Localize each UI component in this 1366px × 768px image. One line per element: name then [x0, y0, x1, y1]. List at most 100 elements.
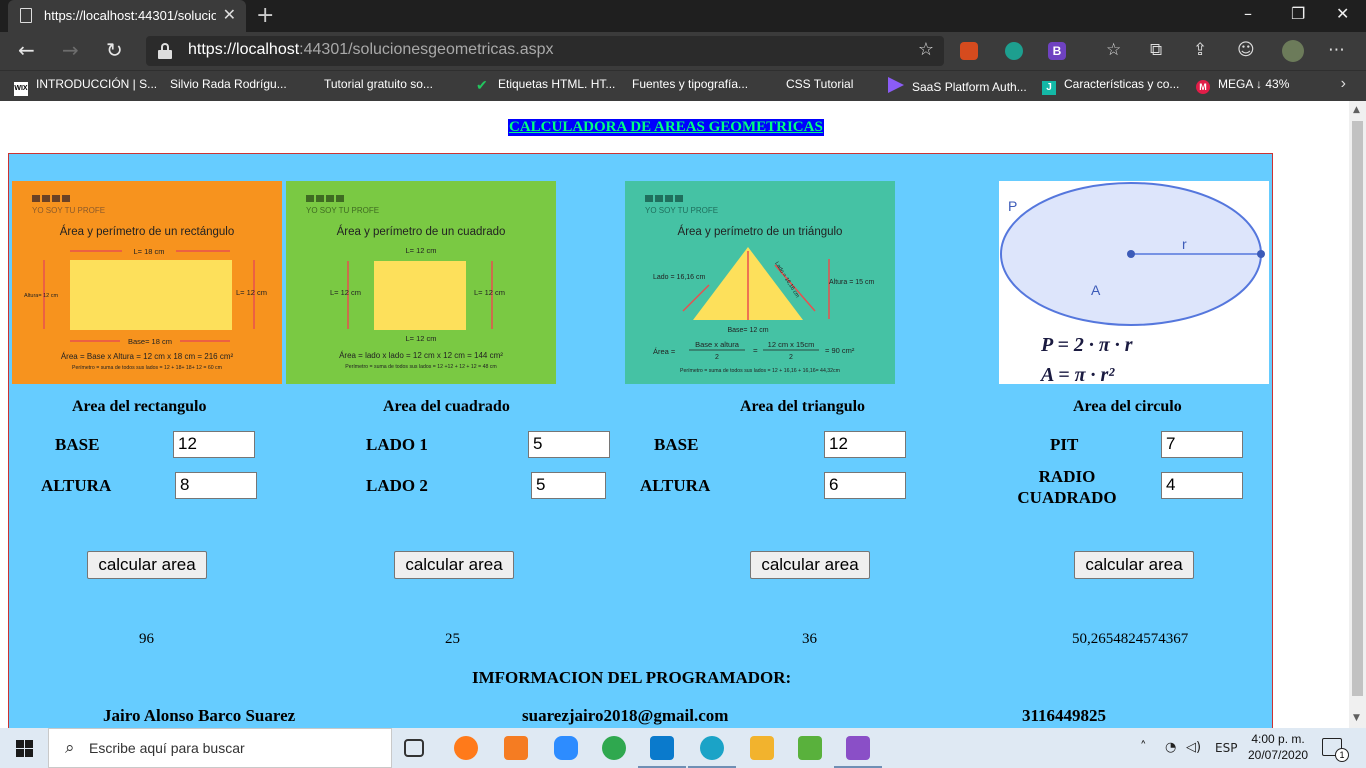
- vertical-scrollbar[interactable]: ▲ ▼: [1349, 101, 1366, 728]
- favorite-item[interactable]: Silvio Rada Rodrígu...: [170, 77, 287, 192]
- profile-avatar[interactable]: [1282, 40, 1304, 62]
- favorite-item[interactable]: ✔ Etiquetas HTML. HT...: [476, 77, 615, 92]
- visual-studio-icon[interactable]: [834, 736, 882, 768]
- refresh-icon[interactable]: ↻: [106, 40, 123, 60]
- saas-icon: [888, 77, 904, 93]
- scroll-down-icon[interactable]: ▼: [1353, 713, 1360, 723]
- svg-text:P: P: [1008, 198, 1017, 214]
- pit-label: PIT: [1050, 435, 1079, 454]
- mega-icon: M: [1196, 80, 1210, 94]
- svg-text:A = π · r²: A = π · r²: [1039, 364, 1115, 384]
- svg-text:L= 12 cm: L= 12 cm: [236, 288, 267, 297]
- wix-icon: WIX: [14, 82, 28, 96]
- chevron-up-icon[interactable]: ˄: [1140, 740, 1147, 755]
- svg-text:Perímetro = suma de todos sus: Perímetro = suma de todos sus lados = 12…: [680, 368, 840, 374]
- brand-text: YO SOY TU PROFE: [306, 206, 379, 215]
- xampp-icon[interactable]: [504, 736, 528, 760]
- office-extension-icon[interactable]: [960, 42, 978, 60]
- svg-text:P = 2 · π · r: P = 2 · π · r: [1040, 334, 1133, 356]
- restore-icon[interactable]: ❐: [1291, 4, 1305, 23]
- edge-icon[interactable]: [688, 736, 736, 768]
- brand-text: YO SOY TU PROFE: [645, 206, 718, 215]
- svg-text:L= 12 cm: L= 12 cm: [474, 288, 505, 297]
- favorite-item[interactable]: J Características y co...: [1042, 77, 1179, 95]
- circle-radio-input[interactable]: 4: [1161, 472, 1243, 499]
- circle-illustration: P r A P = 2 · π · r A = π · r²: [999, 181, 1269, 384]
- triangle-altura-input[interactable]: 6: [824, 472, 906, 499]
- more-icon[interactable]: ⋯: [1328, 40, 1345, 60]
- volume-icon[interactable]: ◁): [1186, 740, 1201, 755]
- svg-text:L= 12 cm: L= 12 cm: [405, 246, 436, 255]
- windows-start-icon[interactable]: [16, 740, 33, 757]
- notification-icon[interactable]: 1: [1322, 738, 1349, 762]
- favorite-item[interactable]: SaaS Platform Auth...: [888, 77, 1027, 94]
- scroll-up-icon[interactable]: ▲: [1353, 105, 1360, 115]
- svg-text:2: 2: [715, 354, 719, 361]
- radio-cuadrado-label: RADIO CUADRADO: [1017, 467, 1117, 507]
- circle-pit-input[interactable]: 7: [1161, 431, 1243, 458]
- close-tab-icon[interactable]: ✕: [223, 5, 236, 25]
- favorites-icon[interactable]: ☆: [1106, 40, 1121, 60]
- vscode-icon[interactable]: [638, 736, 686, 768]
- firefox-icon[interactable]: [454, 736, 478, 760]
- collections-icon[interactable]: ⧉: [1150, 40, 1162, 60]
- app-icon[interactable]: [798, 736, 822, 760]
- square-heading: Area del cuadrado: [383, 398, 510, 415]
- triangle-base-input[interactable]: 12: [824, 431, 906, 458]
- url-text[interactable]: https://localhost:44301/solucionesgeomet…: [188, 41, 554, 59]
- extension-icon[interactable]: [1005, 42, 1023, 60]
- square-lado2-input[interactable]: 5: [531, 472, 606, 499]
- task-view-icon[interactable]: [404, 739, 424, 757]
- svg-text:Área = lado x lado = 12 cm x 1: Área = lado x lado = 12 cm x 12 cm = 144…: [339, 351, 503, 360]
- square-calculate-button[interactable]: calcular area: [394, 551, 514, 579]
- rect-base-input[interactable]: 12: [173, 431, 255, 458]
- new-tab-icon[interactable]: +: [256, 3, 274, 28]
- file-explorer-icon[interactable]: [750, 736, 774, 760]
- chevron-right-icon[interactable]: ›: [1341, 75, 1346, 93]
- browser-tab[interactable]: https://localhost:44301/soluciones ✕: [8, 0, 246, 32]
- square-lado1-input[interactable]: 5: [528, 431, 610, 458]
- favorite-item[interactable]: M MEGA ↓ 43%: [1196, 77, 1289, 94]
- favorite-star-icon[interactable]: ☆: [918, 39, 934, 60]
- back-icon[interactable]: ←: [18, 40, 35, 60]
- favorite-item[interactable]: WIX INTRODUCCIÓN | S...: [14, 77, 157, 96]
- notification-count: 1: [1335, 748, 1349, 762]
- svg-text:Altura= 12 cm: Altura= 12 cm: [24, 293, 59, 299]
- clock[interactable]: 4:00 p. m. 20/07/2020: [1248, 731, 1308, 763]
- svg-text:Área = Base x Altura = 12 cm x: Área = Base x Altura = 12 cm x 18 cm = 2…: [61, 352, 234, 361]
- language-indicator[interactable]: ESP: [1215, 741, 1237, 755]
- bootstrap-extension-icon[interactable]: B: [1048, 42, 1066, 60]
- rectangle-illustration: YO SOY TU PROFE Área y perímetro de un r…: [12, 181, 282, 384]
- feedback-icon[interactable]: ☺: [1237, 40, 1255, 60]
- card-title: Área y perímetro de un triángulo: [678, 225, 843, 238]
- address-bar[interactable]: https://localhost:44301/solucionesgeomet…: [146, 36, 944, 66]
- window-close-icon[interactable]: ✕: [1336, 4, 1349, 23]
- taskbar-search[interactable]: ⌕ Escribe aquí para buscar: [48, 728, 392, 768]
- network-icon[interactable]: ◔: [1165, 740, 1176, 755]
- page-content: CALCULADORA DE AREAS GEOMETRICAS YO SOY …: [0, 101, 1349, 728]
- square-illustration: YO SOY TU PROFE Área y perímetro de un c…: [286, 181, 556, 384]
- rect-altura-input[interactable]: 8: [175, 472, 257, 499]
- triangle-calculate-button[interactable]: calcular area: [750, 551, 870, 579]
- favorite-item[interactable]: Tutorial gratuito so...: [324, 77, 433, 192]
- maps-icon[interactable]: [602, 736, 626, 760]
- scrollbar-thumb[interactable]: [1352, 121, 1363, 696]
- taskbar: ⌕ Escribe aquí para buscar ˄ ◔ ◁) ESP 4:…: [0, 728, 1366, 768]
- circle-result: 50,2654824574367: [1072, 631, 1189, 647]
- svg-text:r: r: [1182, 236, 1187, 252]
- share-icon[interactable]: ⇪: [1193, 40, 1207, 60]
- circle-calculate-button[interactable]: calcular area: [1074, 551, 1194, 579]
- programmer-heading: IMFORMACION DEL PROGRAMADOR:: [472, 668, 792, 687]
- browser-titlebar: https://localhost:44301/soluciones ✕ + –…: [0, 0, 1366, 32]
- base-label: BASE: [55, 435, 100, 454]
- favorite-item[interactable]: CSS Tutorial: [786, 77, 853, 192]
- favorite-item[interactable]: Fuentes y tipografía...: [632, 77, 748, 192]
- rect-heading: Area del rectangulo: [72, 398, 207, 415]
- programmer-phone: 3116449825: [1022, 706, 1107, 725]
- forward-icon[interactable]: →: [62, 40, 79, 60]
- zoom-icon[interactable]: [554, 736, 578, 760]
- rect-calculate-button[interactable]: calcular area: [87, 551, 207, 579]
- minimize-icon[interactable]: –: [1244, 4, 1252, 23]
- lado1-label: LADO 1: [366, 435, 428, 454]
- svg-text:L= 12 cm: L= 12 cm: [405, 334, 436, 343]
